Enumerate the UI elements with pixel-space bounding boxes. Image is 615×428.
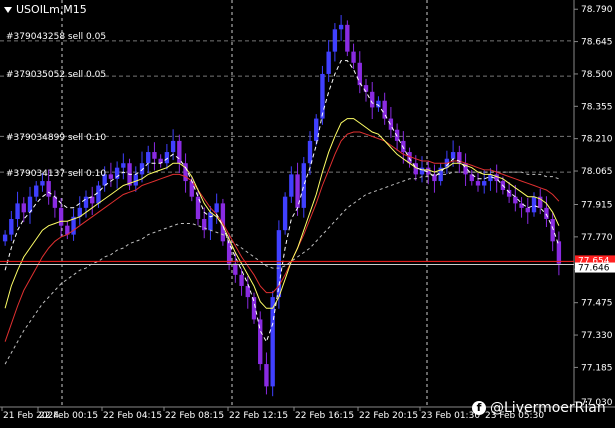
- candle-body: [46, 181, 51, 197]
- candle-body: [108, 174, 114, 179]
- order-label[interactable]: #379034137 sell 0.10: [6, 169, 106, 179]
- order-label[interactable]: #379034899 sell 0.10: [6, 133, 106, 143]
- candle-body: [208, 212, 213, 231]
- y-tick-label: 77.330: [581, 331, 613, 341]
- x-tick-label: 22 Feb 08:15: [165, 411, 224, 421]
- y-tick-label: 78.065: [581, 167, 613, 177]
- watermark: f @LivermoerRian: [472, 400, 606, 416]
- y-tick-label: 77.475: [581, 299, 613, 309]
- candle-body: [9, 219, 14, 235]
- candle-body: [544, 207, 549, 220]
- candle-body: [83, 196, 89, 208]
- candle-body: [152, 152, 157, 159]
- candle-body: [226, 241, 232, 264]
- candle-body: [531, 196, 537, 213]
- candle-body: [40, 181, 45, 186]
- y-tick-label: 78.790: [581, 5, 613, 15]
- candle-body: [21, 203, 26, 213]
- facebook-icon: f: [472, 401, 486, 415]
- y-tick-label: 78.210: [581, 135, 613, 145]
- candle-body: [357, 62, 362, 86]
- symbol-text: USOILm,M15: [16, 3, 87, 16]
- candle-body: [363, 85, 369, 92]
- x-tick-label: 22 Feb 04:15: [103, 411, 162, 421]
- candle-body: [2, 234, 8, 242]
- candle-body: [307, 140, 313, 164]
- order-label[interactable]: #379035052 sell 0.05: [6, 70, 106, 80]
- candle-body: [239, 274, 244, 286]
- y-tick-label: 78.500: [581, 70, 613, 80]
- candle-body: [146, 152, 151, 164]
- candle-body: [314, 118, 319, 141]
- x-tick-label: 22 Feb 16:15: [295, 411, 354, 421]
- candle-body: [177, 140, 182, 164]
- candle-body: [450, 152, 456, 159]
- candle-body: [164, 152, 170, 164]
- y-tick-label: 77.915: [581, 201, 613, 211]
- candle-body: [233, 263, 238, 275]
- candle-body: [96, 185, 101, 204]
- candle-body: [351, 51, 356, 63]
- y-tick-label: 77.770: [581, 233, 613, 243]
- candle-body: [326, 51, 331, 74]
- candle-body: [482, 181, 487, 186]
- price-chart[interactable]: 78.790 78.645 78.500 78.355 78.210 78.065 77.9…: [0, 0, 615, 423]
- candle-body: [525, 207, 530, 213]
- current-price-tag-label: 77.646: [578, 264, 610, 274]
- candle-body: [258, 319, 263, 365]
- candle-body: [345, 24, 350, 52]
- candle-body: [513, 196, 518, 204]
- candle-body: [401, 140, 406, 153]
- candle-body: [282, 196, 288, 231]
- x-tick-label: 22 Feb 20:15: [359, 411, 418, 421]
- candle-body: [214, 203, 219, 213]
- candle-body: [394, 129, 400, 141]
- y-tick-label: 77.185: [581, 363, 613, 373]
- candle-body: [270, 297, 275, 387]
- candle-body: [301, 163, 306, 208]
- candle-body: [370, 91, 375, 108]
- candle-body: [376, 100, 381, 108]
- candle-body: [320, 73, 325, 119]
- candle-body: [15, 203, 20, 220]
- dropdown-triangle-icon[interactable]: [4, 7, 12, 13]
- watermark-text: @LivermoerRian: [490, 400, 606, 416]
- candle-body: [419, 167, 425, 175]
- x-tick-label: 22 Feb 00:15: [39, 411, 98, 421]
- candle-body: [332, 29, 338, 52]
- candle-body: [550, 219, 555, 242]
- y-tick-label: 78.355: [581, 102, 613, 112]
- candle-body: [338, 24, 344, 30]
- candle-body: [58, 207, 64, 226]
- candle-body: [121, 163, 126, 168]
- x-tick-label: 22 Feb 12:15: [229, 411, 288, 421]
- candle-body: [170, 140, 176, 153]
- candle-body: [556, 241, 562, 264]
- candle-body: [426, 167, 431, 175]
- symbol-label[interactable]: USOILm,M15: [4, 3, 87, 16]
- candle-body: [475, 181, 481, 186]
- candle-body: [183, 163, 188, 182]
- candle-body: [34, 185, 39, 197]
- order-label[interactable]: #379043258 sell 0.05: [6, 32, 106, 42]
- y-tick-label: 78.645: [581, 38, 613, 48]
- chart-canvas[interactable]: 78.790 78.645 78.500 78.355 78.210 78.065 77.9…: [0, 0, 615, 423]
- candle-body: [133, 174, 138, 186]
- candle-body: [264, 364, 269, 387]
- candle-body: [289, 174, 294, 197]
